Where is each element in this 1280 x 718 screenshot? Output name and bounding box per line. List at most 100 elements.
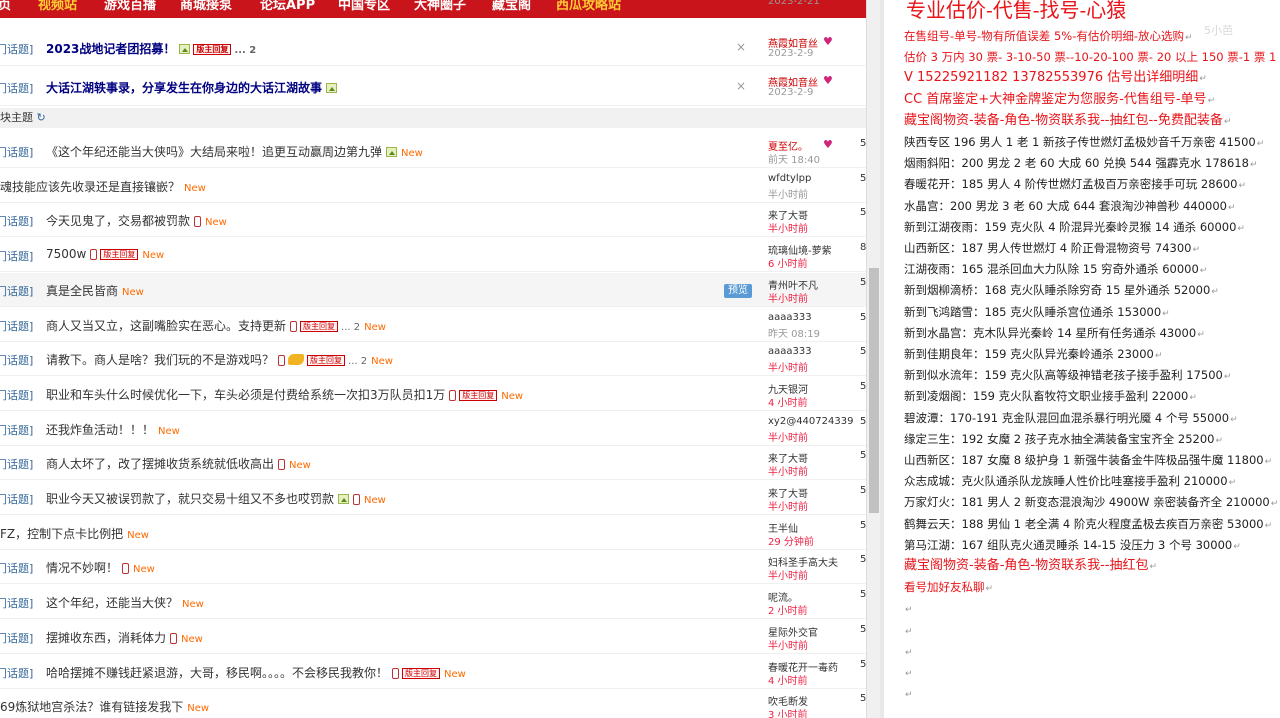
preview-button[interactable]: 预览	[724, 283, 752, 298]
nav-item[interactable]: 中国专区	[338, 0, 390, 13]
thread-category[interactable]: 门话题]	[0, 630, 33, 646]
page-number[interactable]: 2	[361, 356, 367, 367]
thread-row[interactable]: FZ，控制下点卡比例把 New 王半仙 29 分钟前 5	[0, 516, 866, 550]
thread-title[interactable]: FZ，控制下点卡比例把 New	[0, 525, 149, 542]
thread-category[interactable]: 门话题]	[0, 144, 33, 160]
thread-title-text[interactable]: 职业和车头什么时候优化一下，车头必须是付费给系统一次扣3万队员扣1万	[46, 388, 445, 402]
thread-title[interactable]: 哈哈摆摊不赚钱赶紧退游，大哥，移民啊。。。。不会移民我教你！ 版主回复 New	[46, 664, 466, 681]
thread-title-text[interactable]: 摆摊收东西，消耗体力	[46, 631, 166, 645]
thread-title[interactable]: 情况不妙啊！ New	[46, 559, 155, 576]
page-number[interactable]: 2	[249, 45, 256, 56]
thread-title-text[interactable]: 大话江湖轶事录，分享发生在你身边的大话江湖故事	[46, 81, 322, 95]
thread-row[interactable]: 门话题] 职业和车头什么时候优化一下，车头必须是付费给系统一次扣3万队员扣1万 版主…	[0, 377, 866, 411]
thread-title-text[interactable]: 7500w	[46, 247, 86, 261]
thread-row[interactable]: 门话题] 还我炸鱼活动！！！ New xy2@440724339 半小时前 5	[0, 412, 866, 446]
thread-author[interactable]: xy2@440724339	[768, 416, 853, 427]
thread-category[interactable]: 门话题]	[0, 41, 33, 57]
thread-title[interactable]: 今天见鬼了，交易都被罚款 New	[46, 212, 227, 229]
thread-row[interactable]: 门话题] 哈哈摆摊不赚钱赶紧退游，大哥，移民啊。。。。不会移民我教你！ 版主回复 Ne…	[0, 655, 866, 689]
thread-category[interactable]: 门话题]	[0, 213, 33, 229]
thread-category[interactable]: 门话题]	[0, 456, 33, 472]
thread-title[interactable]: 2023战地记者团招募！ 版主回复... 2	[46, 40, 256, 57]
thread-title[interactable]: 摆摊收东西，消耗体力 New	[46, 629, 203, 646]
thread-title-text[interactable]: 魂技能应该先收录还是直接镶嵌？	[0, 180, 180, 194]
thread-title[interactable]: 这个年纪，还能当大侠？ New	[46, 594, 204, 611]
thread-title-text[interactable]: 哈哈摆摊不赚钱赶紧退游，大哥，移民啊。。。。不会移民我教你！	[46, 666, 388, 680]
nav-item[interactable]: 藏宝阁	[492, 0, 531, 13]
document-page[interactable]: 专业估价-代售-找号-心猿 5小芭 在售组号-单号-物有所值误差 5%-有估价明…	[884, 0, 1280, 718]
thread-row[interactable]: 门话题] 2023战地记者团招募！ 版主回复... 2 × 燕霞如音丝 2023-2-9 ♥	[0, 30, 866, 66]
scroll-thumb[interactable]	[869, 268, 879, 513]
thread-title-text[interactable]: 商人太坏了，改了摆摊收货系统就低收高出	[46, 457, 274, 471]
thread-row[interactable]: 门话题] 情况不妙啊！ New 妇科圣手高大夫 半小时前 5	[0, 550, 866, 585]
thread-row[interactable]: 门话题] 请教下。商人是啥？我们玩的不是游戏吗？ 版主回复... 2 New aaaa3…	[0, 342, 866, 377]
thread-category[interactable]: 门话题]	[0, 318, 33, 334]
thread-title[interactable]: 请教下。商人是啥？我们玩的不是游戏吗？ 版主回复... 2 New	[46, 351, 393, 368]
nav-item[interactable]: 大神圈子	[414, 0, 466, 13]
thread-category[interactable]: 门话题]	[0, 80, 33, 96]
close-icon[interactable]: ×	[736, 40, 746, 54]
thread-row[interactable]: 门话题] 7500w 版主回复 New 琉璃仙境-萝紫 6 小时前 8	[0, 238, 866, 273]
thread-title[interactable]: 商人又当又立，这副嘴脸实在恶心。支持更新 版主回复... 2 New	[46, 317, 386, 334]
thread-row[interactable]: 魂技能应该先收录还是直接镶嵌？ New wfdtylpp 半小时前 5	[0, 169, 866, 203]
thread-category[interactable]: 门话题]	[0, 560, 33, 576]
thread-title[interactable]: 69炼狱地宫杀法？谁有链接发我下 New	[0, 698, 209, 715]
page-count[interactable]: ... 2	[234, 45, 256, 56]
thread-title[interactable]: 《这个年纪还能当大侠吗》大结局来啦！追更互动赢周边第九弹 New	[46, 143, 423, 160]
thread-title[interactable]: 7500w 版主回复 New	[46, 247, 164, 261]
thread-row[interactable]: 门话题] 《这个年纪还能当大侠吗》大结局来啦！追更互动赢周边第九弹 New 夏至亿。前…	[0, 134, 866, 168]
thread-category[interactable]: 门话题]	[0, 595, 33, 611]
thread-row[interactable]: 门话题] 摆摊收东西，消耗体力 New 星际外交官 半小时前 5	[0, 620, 866, 654]
thread-title-text[interactable]: 真是全民皆商	[46, 284, 118, 298]
thread-title-text[interactable]: 商人又当又立，这副嘴脸实在恶心。支持更新	[46, 319, 286, 333]
thread-author[interactable]: aaaa333	[768, 312, 812, 323]
thread-category[interactable]: 门话题]	[0, 352, 33, 368]
thread-category[interactable]: 门话题]	[0, 248, 33, 264]
page-count[interactable]: ... 2	[348, 356, 367, 367]
thread-title-text[interactable]: 职业今天又被误罚款了，就只交易十组又不多也哎罚款	[46, 492, 334, 506]
thread-category[interactable]: 门话题]	[0, 665, 33, 681]
thread-title-text[interactable]: 还我炸鱼活动！！！	[46, 423, 154, 437]
thread-title-text[interactable]: 请教下。商人是啥？我们玩的不是游戏吗？	[46, 353, 274, 367]
nav-item[interactable]: 论坛APP	[260, 0, 315, 13]
thread-title-text[interactable]: 情况不妙啊！	[46, 561, 118, 575]
thread-category[interactable]: 门话题]	[0, 283, 33, 299]
nav-item[interactable]: 游戏百播	[104, 0, 156, 13]
page-count[interactable]: ... 2	[341, 322, 360, 333]
thread-row[interactable]: 69炼狱地宫杀法？谁有链接发我下 New 吹毛断发 3 小时前 5	[0, 689, 866, 718]
thread-title[interactable]: 大话江湖轶事录，分享发生在你身边的大话江湖故事	[46, 79, 338, 96]
nav-item[interactable]: 页	[0, 0, 11, 13]
nav-item[interactable]: 西瓜攻略站	[556, 0, 621, 13]
nav-item[interactable]: 视频站	[38, 0, 77, 13]
thread-title-text[interactable]: 今天见鬼了，交易都被罚款	[46, 214, 190, 228]
thread-row[interactable]: 门话题] 职业今天又被误罚款了，就只交易十组又不多也哎罚款 New 来了大哥 半小时前 5	[0, 481, 866, 515]
thread-title[interactable]: 商人太坏了，改了摆摊收货系统就低收高出 New	[46, 455, 311, 472]
page-number[interactable]: 2	[354, 322, 360, 333]
thread-row[interactable]: 门话题] 今天见鬼了，交易都被罚款 New 来了大哥 半小时前 5	[0, 203, 866, 238]
thread-title-text[interactable]: 《这个年纪还能当大侠吗》大结局来啦！追更互动赢周边第九弹	[46, 145, 382, 159]
thread-category[interactable]: 门话题]	[0, 422, 33, 438]
new-tag: New	[444, 668, 466, 680]
thread-author[interactable]: wfdtylpp	[768, 173, 811, 184]
thread-row[interactable]: 门话题] 商人太坏了，改了摆摊收货系统就低收高出 New 来了大哥 半小时前 5	[0, 446, 866, 481]
thread-title-text[interactable]: 这个年纪，还能当大侠？	[46, 596, 178, 610]
refresh-icon[interactable]: ↻	[33, 111, 45, 124]
thread-author[interactable]: aaaa333	[768, 346, 812, 357]
thread-row[interactable]: 门话题] 商人又当又立，这副嘴脸实在恶心。支持更新 版主回复... 2 New aaaa…	[0, 308, 866, 342]
forum-scrollbar[interactable]	[866, 0, 880, 718]
thread-title[interactable]: 职业今天又被误罚款了，就只交易十组又不多也哎罚款 New	[46, 490, 386, 507]
thread-title[interactable]: 真是全民皆商 New	[46, 282, 144, 299]
thread-row[interactable]: 门话题] 大话江湖轶事录，分享发生在你身边的大话江湖故事 × 燕霞如音丝 2023-2-…	[0, 68, 866, 106]
close-icon[interactable]: ×	[736, 79, 746, 93]
thread-category[interactable]: 门话题]	[0, 387, 33, 403]
nav-item[interactable]: 商城接泵	[180, 0, 232, 13]
thread-title[interactable]: 还我炸鱼活动！！！ New	[46, 421, 180, 438]
thread-title-text[interactable]: 69炼狱地宫杀法？谁有链接发我下	[0, 700, 183, 714]
thread-row[interactable]: 门话题] 这个年纪，还能当大侠？ New 呢流。 2 小时前 5	[0, 585, 866, 620]
thread-row[interactable]: 门话题] 真是全民皆商 New 预览 青州叶不凡 半小时前 5	[0, 272, 866, 307]
thread-title[interactable]: 职业和车头什么时候优化一下，车头必须是付费给系统一次扣3万队员扣1万 版主回复 Ne…	[46, 386, 523, 403]
thread-title[interactable]: 魂技能应该先收录还是直接镶嵌？ New	[0, 178, 206, 195]
thread-title-text[interactable]: FZ，控制下点卡比例把	[0, 527, 123, 541]
thread-category[interactable]: 门话题]	[0, 491, 33, 507]
thread-title-text[interactable]: 2023战地记者团招募！	[46, 42, 175, 56]
